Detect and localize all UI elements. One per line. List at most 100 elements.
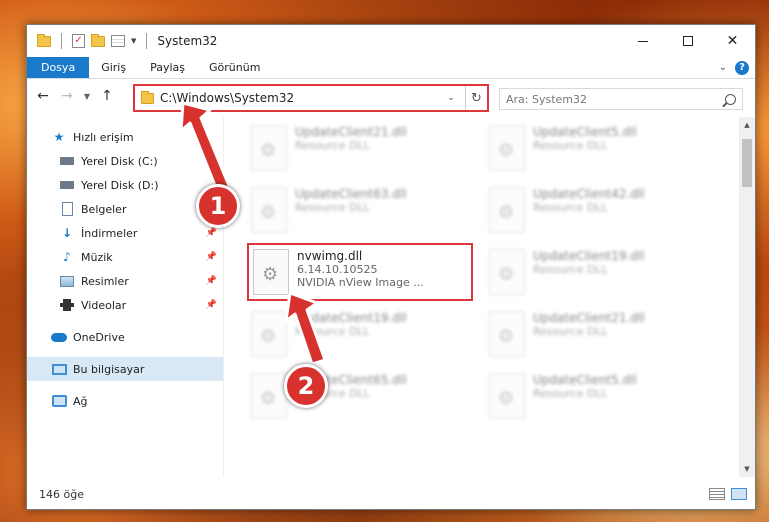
pane-splitter[interactable] [223, 117, 224, 477]
maximize-button[interactable] [665, 25, 710, 57]
file-description: Resource DLL [295, 139, 370, 152]
properties-check-icon[interactable]: ✓ [72, 34, 85, 48]
expand-ribbon-chevron-icon[interactable]: ⌄ [719, 62, 727, 73]
drive-icon [59, 178, 75, 192]
music-note-icon: ♪ [63, 250, 71, 264]
file-name: UpdateClient21.dll [533, 311, 645, 325]
details-view-icon[interactable] [709, 488, 725, 500]
file-name: UpdateClient5.dll [533, 373, 637, 387]
refresh-icon[interactable]: ↻ [465, 86, 487, 110]
window-controls: ✕ [620, 25, 755, 57]
folder-icon [37, 33, 51, 47]
star-icon: ★ [53, 130, 65, 144]
dll-file-icon [251, 311, 287, 357]
scroll-up-icon[interactable]: ▲ [739, 117, 755, 133]
pin-icon[interactable]: 📌 [206, 252, 217, 262]
address-bar[interactable]: C:\Windows\System32 ⌄ ↻ [133, 84, 489, 112]
sidebar-item-onedrive[interactable]: OneDrive [27, 325, 223, 349]
sidebar-item-label: Bu bilgisayar [73, 362, 145, 376]
sidebar-item-videos[interactable]: Videolar 📌 [27, 293, 223, 317]
pin-icon[interactable]: 📌 [206, 300, 217, 310]
sidebar-item-label: Müzik [81, 250, 113, 264]
properties-icon[interactable] [111, 35, 125, 47]
title-bar: ✓ ▼ System32 ✕ [27, 25, 755, 57]
list-item[interactable]: UpdateClient5.dllResource DLL [485, 369, 711, 427]
help-icon[interactable]: ? [735, 60, 749, 75]
pin-icon[interactable]: 📌 [206, 156, 217, 166]
sidebar-item-label: OneDrive [73, 330, 125, 344]
search-input[interactable]: Ara: System32 [506, 93, 725, 106]
dll-file-icon [489, 249, 525, 295]
selected-file-nvwimg[interactable]: nvwimg.dll 6.14.10.10525 NVIDIA nView Im… [247, 243, 473, 301]
list-item[interactable]: UpdateClient65.dllResource DLL [247, 369, 473, 427]
list-item[interactable]: UpdateClient63.dllResource DLL [247, 183, 473, 241]
view-switcher [709, 488, 755, 500]
close-button[interactable]: ✕ [710, 25, 755, 57]
maximize-icon [682, 36, 693, 46]
file-name: UpdateClient21.dll [295, 125, 407, 139]
file-description: Resource DLL [533, 387, 608, 400]
sidebar-item-downloads[interactable]: ↓ İndirmeler 📌 [27, 221, 223, 245]
dll-file-icon [253, 249, 289, 295]
file-name: UpdateClient63.dll [295, 187, 407, 201]
tab-file[interactable]: Dosya [27, 57, 90, 78]
tab-home[interactable]: Giriş [89, 57, 138, 78]
list-item[interactable]: UpdateClient21.dllResource DLL [485, 307, 711, 365]
new-folder-icon[interactable] [91, 33, 105, 47]
download-arrow-icon: ↓ [61, 226, 73, 240]
minimize-button[interactable] [620, 25, 665, 57]
dll-file-icon [489, 187, 525, 233]
list-item[interactable]: UpdateClient19.dllResource DLL [485, 245, 711, 303]
dll-file-icon [489, 311, 525, 357]
sidebar-item-label: Ağ [73, 394, 88, 408]
file-name: nvwimg.dll [297, 249, 363, 263]
forward-arrow-icon[interactable]: → [57, 86, 77, 106]
sidebar-item-pictures[interactable]: Resimler 📌 [27, 269, 223, 293]
list-item[interactable]: UpdateClient21.dllResource DLL [247, 121, 473, 179]
file-name: UpdateClient5.dll [533, 125, 637, 139]
vertical-scrollbar[interactable]: ▲ ▼ [739, 117, 755, 477]
cloud-icon [51, 330, 67, 344]
tab-share[interactable]: Paylaş [138, 57, 197, 78]
computer-icon [51, 362, 67, 376]
list-item[interactable]: UpdateClient5.dllResource DLL [485, 121, 711, 179]
sidebar-item-label: Belgeler [81, 202, 127, 216]
file-description: Resource DLL [295, 201, 370, 214]
item-count: 146 öğe [39, 487, 84, 501]
sidebar-item-music[interactable]: ♪ Müzik 📌 [27, 245, 223, 269]
dll-file-icon [251, 187, 287, 233]
recent-locations-chevron-icon[interactable]: ▼ [81, 86, 93, 106]
sidebar-item-quick-access[interactable]: ★ Hızlı erişim [27, 125, 223, 149]
back-arrow-icon[interactable]: ← [33, 86, 53, 106]
sidebar-item-label: Videolar [81, 298, 127, 312]
file-description: Resource DLL [295, 325, 370, 338]
sidebar-item-label: Resimler [81, 274, 129, 288]
sidebar-item-documents[interactable]: Belgeler [27, 197, 223, 221]
address-path[interactable]: C:\Windows\System32 [160, 91, 437, 105]
callout-badge-1: 1 [196, 184, 240, 228]
search-box[interactable]: Ara: System32 [499, 88, 743, 110]
tab-view[interactable]: Görünüm [197, 57, 272, 78]
separator [146, 33, 148, 49]
large-icons-view-icon[interactable] [731, 488, 747, 500]
scroll-down-icon[interactable]: ▼ [739, 461, 755, 477]
list-item[interactable]: UpdateClient19.dllResource DLL [247, 307, 473, 365]
sidebar-item-label: Hızlı erişim [73, 130, 134, 144]
customize-toolbar-icon[interactable]: ▼ [131, 37, 136, 45]
scrollbar-thumb[interactable] [742, 139, 752, 187]
dll-file-icon [489, 125, 525, 171]
list-item[interactable]: UpdateClient42.dllResource DLL [485, 183, 711, 241]
address-dropdown-chevron-icon[interactable]: ⌄ [443, 93, 459, 103]
pin-icon[interactable]: 📌 [206, 228, 217, 238]
sidebar-item-this-pc[interactable]: Bu bilgisayar [27, 357, 223, 381]
sidebar-item-network[interactable]: Ağ [27, 389, 223, 413]
sidebar-item-local-disk-c[interactable]: Yerel Disk (C:) 📌 [27, 149, 223, 173]
pin-icon[interactable]: 📌 [206, 276, 217, 286]
file-name: UpdateClient19.dll [533, 249, 645, 263]
up-arrow-icon[interactable]: ↑ [97, 86, 117, 106]
sidebar-item-local-disk-d[interactable]: Yerel Disk (D:) [27, 173, 223, 197]
minimize-icon [637, 40, 648, 42]
documents-icon [59, 202, 75, 216]
status-bar: 146 öğe [27, 479, 755, 509]
window-title: System32 [157, 34, 218, 48]
